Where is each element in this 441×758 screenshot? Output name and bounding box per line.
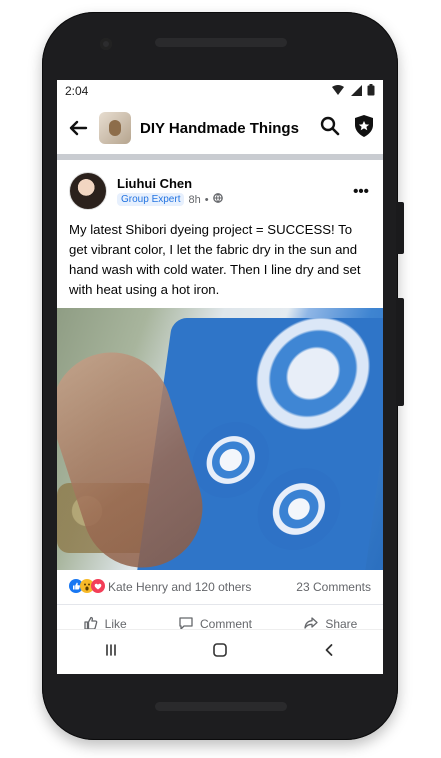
- front-camera: [100, 38, 112, 50]
- post-photo[interactable]: [57, 308, 383, 570]
- author-avatar[interactable]: [69, 172, 107, 210]
- battery-icon: [367, 83, 375, 99]
- globe-icon: [212, 193, 223, 206]
- android-nav-bar: [57, 629, 383, 674]
- volume-button: [396, 202, 404, 254]
- more-icon[interactable]: •••: [351, 183, 371, 200]
- group-expert-badge: Group Expert: [117, 193, 185, 206]
- recents-icon[interactable]: [104, 643, 118, 662]
- signal-icon: [350, 84, 362, 99]
- bottom-speaker: [155, 702, 287, 711]
- power-button: [396, 298, 404, 406]
- nav-back-icon[interactable]: [322, 643, 336, 662]
- author-block: Liuhui Chen Group Expert 8h •: [117, 176, 351, 206]
- shield-star-icon[interactable]: [353, 114, 375, 143]
- meta-separator: •: [204, 193, 209, 206]
- reactions-text: Kate Henry and 120 others: [108, 580, 252, 594]
- app-bar-actions: [319, 114, 375, 143]
- status-icons: [331, 83, 375, 99]
- back-arrow-icon[interactable]: [65, 115, 91, 141]
- reactions-summary[interactable]: Kate Henry and 120 others: [69, 578, 252, 596]
- group-title[interactable]: DIY Handmade Things: [140, 120, 319, 137]
- author-name[interactable]: Liuhui Chen: [117, 176, 351, 191]
- search-icon[interactable]: [319, 115, 341, 142]
- group-avatar[interactable]: [99, 112, 131, 144]
- love-icon: [91, 578, 105, 596]
- post-header: Liuhui Chen Group Expert 8h • •••: [57, 160, 383, 216]
- post-meta: Group Expert 8h •: [117, 193, 351, 206]
- wifi-icon: [331, 84, 345, 99]
- status-bar: 2:04: [57, 80, 383, 102]
- screen: 2:04 DIY Handmade Things Liuhui Chen Gro…: [57, 80, 383, 674]
- app-bar: DIY Handmade Things: [57, 102, 383, 160]
- post-time[interactable]: 8h: [188, 194, 200, 206]
- reactions-bar: Kate Henry and 120 others 23 Comments: [57, 570, 383, 605]
- post-text: My latest Shibori dyeing project = SUCCE…: [69, 222, 361, 297]
- home-icon[interactable]: [212, 642, 228, 663]
- status-time: 2:04: [65, 84, 89, 98]
- earpiece-speaker: [155, 38, 287, 47]
- comments-count[interactable]: 23 Comments: [296, 580, 371, 594]
- phone-frame: 2:04 DIY Handmade Things Liuhui Chen Gro…: [42, 12, 404, 740]
- reaction-icons: [69, 578, 105, 596]
